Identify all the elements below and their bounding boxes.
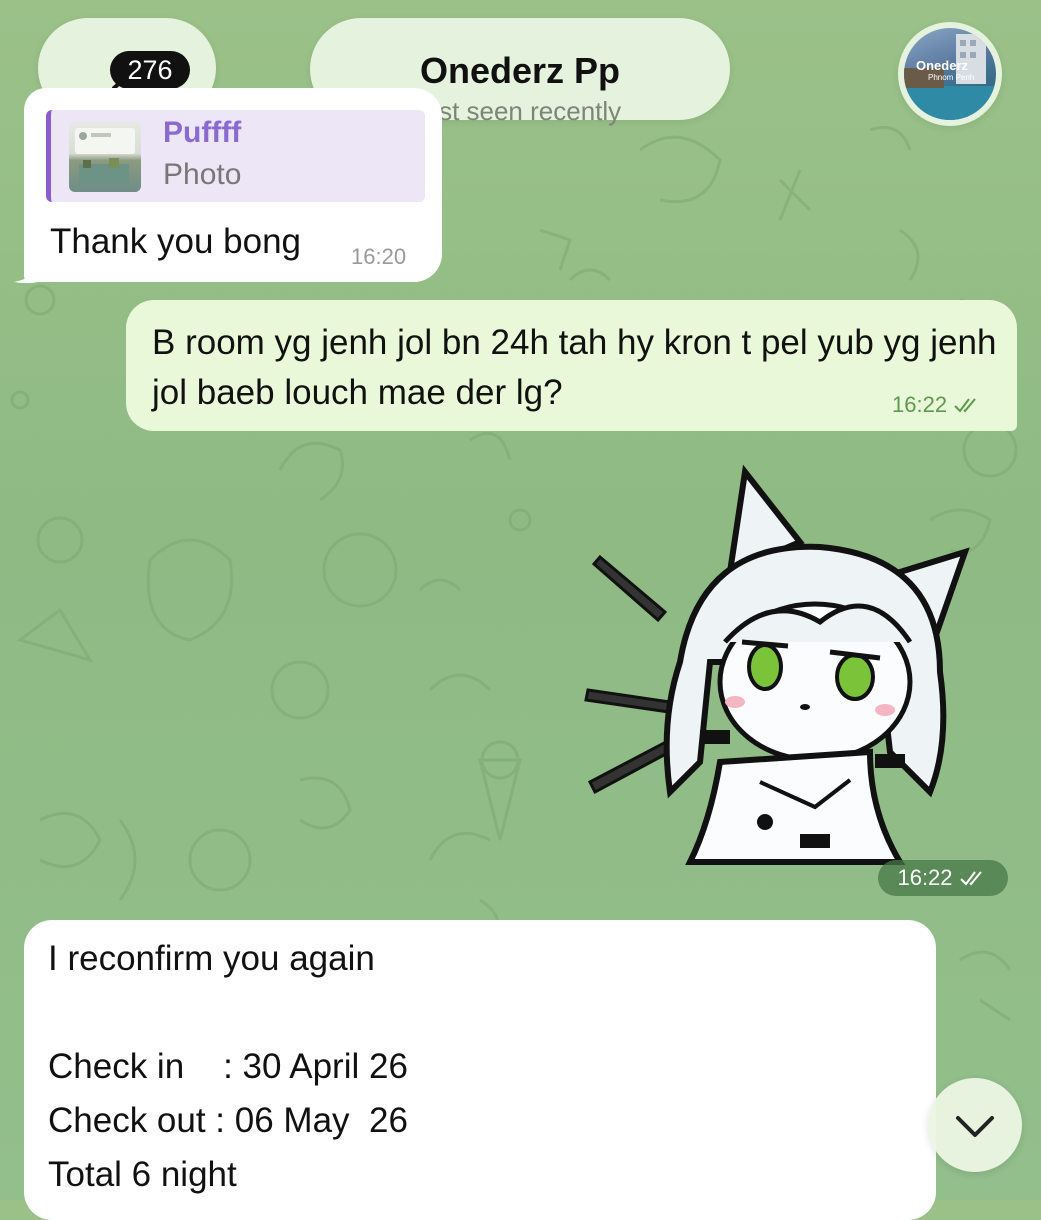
reply-preview[interactable]: Puffff Photo <box>46 110 425 202</box>
message-line: Total 6 night <box>48 1155 237 1194</box>
chevron-down-icon <box>956 1116 994 1137</box>
avatar-subtitle: Phnom Penh <box>928 73 975 82</box>
message-text: B room yg jenh jol bn 24h tah hy kron t … <box>152 323 997 412</box>
reply-type-label: Photo <box>163 158 242 191</box>
message-time: 16:20 <box>351 244 407 269</box>
avatar[interactable]: Onederz Phnom Penh <box>898 22 1002 126</box>
message-line <box>48 986 408 1040</box>
reply-sender-name: Puffff <box>163 116 242 149</box>
anime-cat-girl-sticker[interactable] <box>570 462 990 882</box>
message-time: 16:22 <box>892 392 948 417</box>
message-text: I reconfirm you again Check in : 30 April… <box>48 932 408 1202</box>
sticker-meta: 16:22 <box>878 860 1008 896</box>
scroll-to-bottom-button[interactable] <box>928 1078 1022 1172</box>
message-text: Thank you bong <box>50 222 302 261</box>
message-line: I reconfirm you again <box>48 939 375 978</box>
double-check-icon <box>959 871 982 886</box>
unread-count-badge: 276 <box>110 51 190 89</box>
message-meta: 16:22 <box>892 392 983 418</box>
message-line: Check in : 30 April 26 <box>48 1047 408 1086</box>
message-line: Check out : 06 May 26 <box>48 1101 408 1140</box>
reply-photo-thumbnail <box>69 122 141 192</box>
bubble-tail <box>14 256 50 284</box>
avatar-image: Onederz Phnom Penh <box>904 28 996 120</box>
message-time: 16:22 <box>897 865 953 890</box>
avatar-logo: Onederz <box>916 58 969 73</box>
double-check-icon <box>954 398 976 413</box>
contact-name: Onederz Pp <box>419 50 621 91</box>
